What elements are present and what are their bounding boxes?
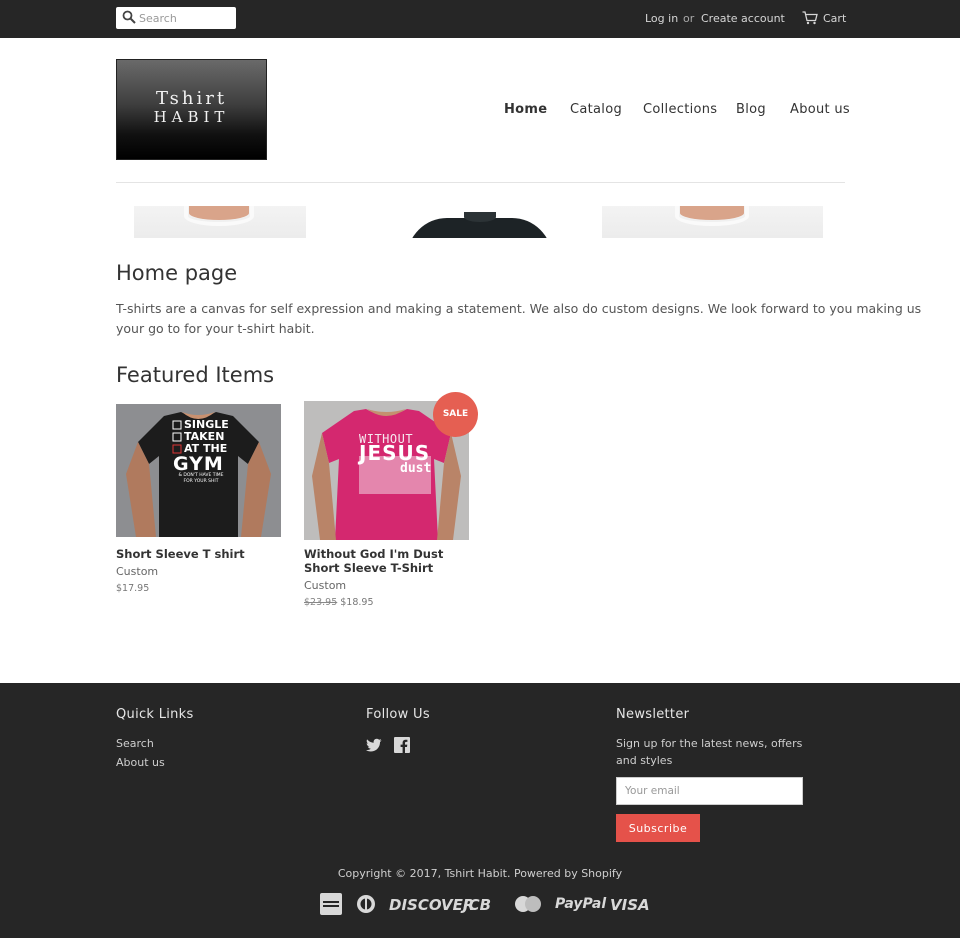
site-logo[interactable]: Tshirt HABIT [116, 59, 267, 160]
footer-link-search[interactable]: Search [116, 737, 154, 750]
newsletter-email-input[interactable] [616, 777, 803, 805]
paypal-icon: PayPal [555, 896, 607, 912]
product-title[interactable]: Short Sleeve T shirt [116, 547, 282, 561]
header-divider [116, 182, 845, 183]
follow-us-title: Follow Us [366, 707, 430, 722]
cart-link[interactable]: Cart [823, 12, 846, 25]
slide-image-1[interactable] [134, 206, 306, 238]
product-card[interactable]: SINGLE TAKEN AT THE GYM & DON'T HAVE TIM… [116, 404, 282, 594]
footer-link-about-us[interactable]: About us [116, 756, 165, 769]
featured-items-title: Featured Items [116, 363, 275, 387]
search-box[interactable] [116, 7, 236, 29]
facebook-icon[interactable] [394, 737, 410, 753]
shirt-print-dust: dust [400, 461, 432, 476]
or-separator: or [683, 12, 695, 25]
site-footer: Quick Links Search About us Follow Us Ne… [0, 683, 960, 938]
login-link[interactable]: Log in [645, 12, 678, 25]
search-input[interactable] [139, 9, 233, 27]
product-vendor: Custom [116, 565, 159, 578]
slide-image-3[interactable] [602, 206, 823, 238]
logo-line-1: Tshirt [155, 88, 228, 109]
nav-item-catalog[interactable]: Catalog [570, 102, 622, 117]
diners-club-icon [357, 895, 375, 913]
page-title: Home page [116, 261, 238, 285]
nav-item-blog[interactable]: Blog [736, 102, 766, 117]
nav-item-collections[interactable]: Collections [643, 102, 717, 117]
create-account-link[interactable]: Create account [701, 12, 785, 25]
copyright-text: Copyright © 2017, Tshirt Habit. Powered … [337, 867, 623, 880]
top-bar: Log in or Create account Cart [0, 0, 960, 38]
cart-icon[interactable] [802, 11, 818, 25]
product-vendor: Custom [304, 579, 347, 592]
newsletter-text: Sign up for the latest news, offers and … [616, 737, 803, 767]
mastercard-icon [515, 896, 541, 912]
visa-icon: VISA [610, 896, 650, 914]
product-price: $23.95 $18.95 [304, 597, 470, 608]
shirt-print-text: SINGLE TAKEN AT THE [184, 418, 229, 455]
jcb-icon: JCB [463, 896, 492, 914]
intro-text: T-shirts are a canvas for self expressio… [116, 301, 922, 336]
slide-image-2[interactable] [407, 206, 552, 238]
sale-price: $18.95 [340, 597, 374, 608]
discover-icon: DISCOVER [389, 896, 475, 914]
nav-item-about-us[interactable]: About us [790, 102, 850, 117]
twitter-icon[interactable] [366, 737, 382, 753]
quick-links-title: Quick Links [116, 707, 194, 722]
subscribe-button[interactable]: Subscribe [616, 814, 700, 842]
product-price: $17.95 [116, 583, 150, 594]
shirt-print-gym: GYM [173, 453, 224, 475]
sale-badge: SALE [433, 392, 478, 437]
product-title[interactable]: Without God I'm Dust Short Sleeve T-Shir… [304, 547, 470, 575]
search-icon[interactable] [122, 10, 136, 24]
product-image[interactable]: SINGLE TAKEN AT THE GYM & DON'T HAVE TIM… [116, 404, 281, 537]
compare-at-price: $23.95 [304, 597, 338, 608]
logo-line-2: HABIT [153, 108, 230, 126]
american-express-icon [320, 893, 342, 915]
newsletter-title: Newsletter [616, 707, 690, 722]
nav-item-home[interactable]: Home [504, 102, 547, 117]
shirt-print-subtext: & DON'T HAVE TIME FOR YOUR SHIT [178, 473, 224, 484]
